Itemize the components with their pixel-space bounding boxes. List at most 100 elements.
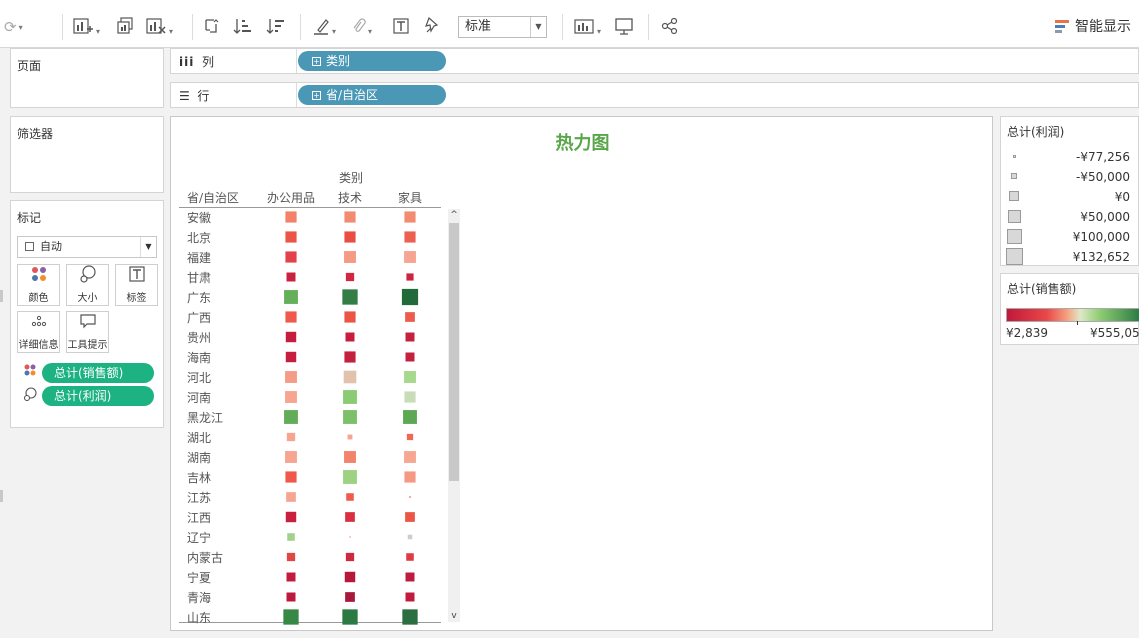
presentation-mode-icon[interactable] (613, 16, 635, 38)
heatmap-cell[interactable] (345, 332, 355, 342)
heatmap-cell[interactable] (345, 552, 355, 562)
heatmap-cell[interactable] (342, 289, 358, 305)
heatmap-cell[interactable] (345, 512, 355, 522)
heatmap-cell[interactable] (286, 572, 296, 582)
size-legend[interactable]: 总计(利润) -¥77,256 -¥50,000 ¥0 ¥50,000 ¥100,000… (1000, 116, 1139, 266)
label-card[interactable]: 标签 (115, 264, 158, 306)
heatmap-cell[interactable] (343, 470, 357, 484)
heatmap-cell[interactable] (407, 534, 413, 540)
heatmap-cell[interactable] (286, 492, 296, 502)
sort-ascending-icon[interactable] (232, 16, 252, 38)
heatmap-cell[interactable] (344, 251, 356, 263)
heatmap-cell[interactable] (404, 471, 416, 483)
color-legend[interactable]: 总计(销售额) ¥2,839 ¥555,05 (1000, 273, 1139, 345)
heatmap-cell[interactable] (345, 272, 355, 282)
heatmap-cell[interactable] (343, 370, 357, 384)
detail-dots-icon (18, 312, 59, 336)
heatmap-cell[interactable] (345, 592, 355, 602)
heatmap-cell[interactable] (405, 312, 415, 322)
heatmap-cell[interactable] (346, 493, 354, 501)
redo-icon[interactable]: ⟳ ▾ (4, 16, 23, 38)
heatmap-cell[interactable] (287, 533, 295, 541)
share-icon[interactable] (660, 16, 680, 38)
mark-type-select[interactable]: 自动 ▼ (17, 236, 157, 258)
chevron-down-icon[interactable]: v (448, 610, 460, 622)
clear-sheet-icon[interactable]: ▾ (145, 16, 173, 38)
tooltip-card[interactable]: 工具提示 (66, 311, 109, 353)
heatmap-cell[interactable] (405, 572, 415, 582)
size-card[interactable]: 大小 (66, 264, 109, 306)
highlight-icon[interactable]: ▾ (312, 16, 336, 38)
heatmap-cell[interactable] (285, 251, 297, 263)
heatmap-cell[interactable] (404, 391, 416, 403)
heatmap-cell[interactable] (285, 391, 297, 403)
heatmap-cell[interactable] (404, 251, 416, 263)
heatmap-cell[interactable] (405, 592, 415, 602)
heatmap-cell[interactable] (285, 331, 297, 343)
heatmap-cell[interactable] (406, 553, 414, 561)
swap-rows-columns-icon[interactable] (202, 16, 222, 38)
detail-card[interactable]: 详细信息 (17, 311, 60, 353)
heatmap-cell[interactable] (347, 434, 353, 440)
heatmap-cell[interactable] (406, 433, 414, 441)
duplicate-sheet-icon[interactable] (115, 16, 135, 38)
chevron-up-icon[interactable]: ^ (448, 209, 460, 221)
size-field-pill[interactable]: 总计(利润) (42, 386, 154, 406)
heatmap-cell[interactable] (404, 451, 416, 463)
heatmap-cell[interactable] (285, 371, 297, 383)
pin-icon[interactable] (423, 16, 441, 38)
heatmap-cell[interactable] (401, 288, 419, 306)
heatmap-cell[interactable] (285, 211, 297, 223)
heatmap-cell[interactable] (344, 351, 356, 363)
heatmap-cell[interactable] (405, 512, 415, 522)
heatmap-cell[interactable] (402, 609, 418, 625)
heatmap-cell[interactable] (343, 390, 357, 404)
heatmap-cell[interactable] (344, 211, 356, 223)
heatmap-cell[interactable] (404, 371, 416, 383)
show-labels-icon[interactable] (392, 16, 410, 38)
heatmap-cell[interactable] (283, 609, 299, 625)
heatmap-cell[interactable] (409, 496, 411, 498)
heatmap-cell[interactable] (404, 231, 416, 243)
columns-shelf[interactable]: iii 列 + 类别 (170, 48, 1139, 74)
columns-field-pill[interactable]: + 类别 (298, 51, 446, 71)
color-field-pill[interactable]: 总计(销售额) (42, 363, 154, 383)
vertical-scrollbar[interactable]: ^ v (448, 209, 460, 622)
heatmap-cell[interactable] (344, 571, 356, 583)
heatmap-cell[interactable] (404, 211, 416, 223)
rows-shelf[interactable]: ☰ 行 + 省/自治区 (170, 82, 1139, 108)
rows-field-pill[interactable]: + 省/自治区 (298, 85, 446, 105)
heatmap-cell[interactable] (343, 410, 357, 424)
heatmap-cell[interactable] (344, 311, 356, 323)
heatmap-cell[interactable] (285, 511, 297, 523)
heatmap-cell[interactable] (344, 231, 356, 243)
show-cards-icon[interactable]: ▾ (573, 16, 601, 38)
pages-panel[interactable]: 页面 (10, 48, 164, 108)
heatmap-cell[interactable] (284, 410, 298, 424)
heatmap-cell[interactable] (286, 272, 296, 282)
show-me-button[interactable]: 智能显示 (1055, 16, 1131, 38)
color-card[interactable]: 颜色 (17, 264, 60, 306)
heatmap-cell[interactable] (349, 536, 351, 538)
heatmap-cell[interactable] (285, 351, 297, 363)
heatmap-cell[interactable] (403, 410, 417, 424)
scrollbar-thumb[interactable] (449, 223, 459, 481)
heatmap-cell[interactable] (405, 332, 415, 342)
heatmap-cell[interactable] (342, 609, 358, 625)
fit-select[interactable]: 标准 ▼ (458, 16, 547, 38)
heatmap-cell[interactable] (286, 592, 296, 602)
heatmap-cell[interactable] (285, 231, 297, 243)
heatmap-cell[interactable] (284, 290, 298, 304)
heatmap-cell[interactable] (344, 451, 356, 463)
heatmap-cell[interactable] (286, 432, 296, 442)
paperclip-icon[interactable]: ▾ (350, 16, 372, 38)
heatmap-cell[interactable] (405, 352, 415, 362)
heatmap-cell[interactable] (406, 273, 414, 281)
filters-panel[interactable]: 筛选器 (10, 116, 164, 193)
heatmap-cell[interactable] (285, 451, 297, 463)
heatmap-cell[interactable] (286, 552, 296, 562)
new-worksheet-icon[interactable]: ▾ (72, 16, 100, 38)
heatmap-cell[interactable] (285, 311, 297, 323)
heatmap-cell[interactable] (285, 471, 297, 483)
sort-descending-icon[interactable] (265, 16, 285, 38)
